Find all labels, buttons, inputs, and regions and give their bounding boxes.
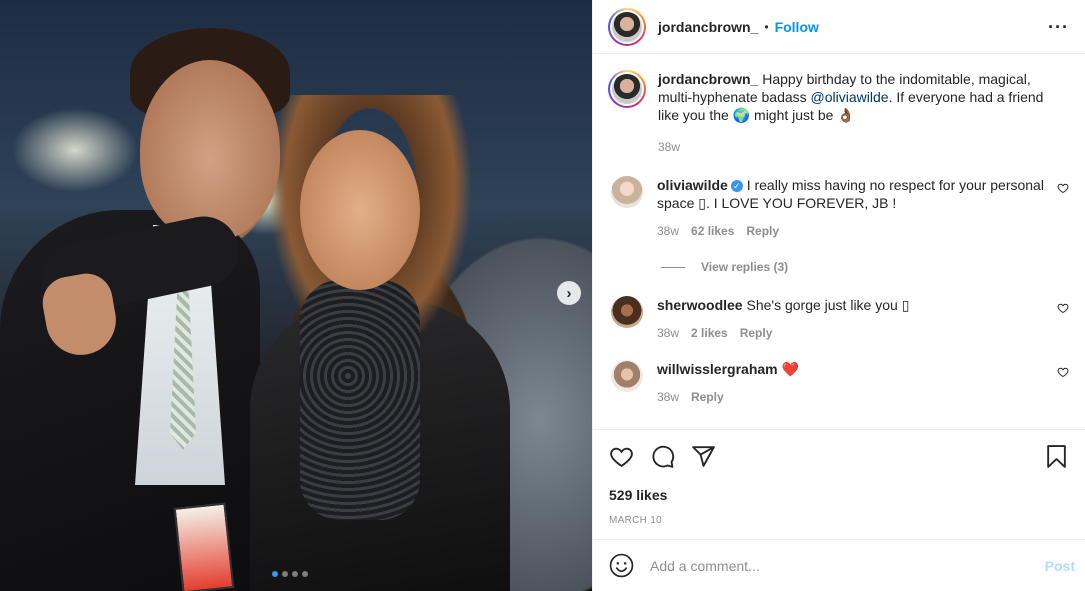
- like-comment-icon[interactable]: [1057, 366, 1069, 378]
- post-view: › jordancbrown_ • Follow ··· jordancbrow…: [0, 0, 1085, 591]
- separator: •: [764, 19, 769, 34]
- author-username[interactable]: jordancbrown_: [658, 19, 758, 35]
- action-bar: [609, 444, 1069, 469]
- like-icon[interactable]: [609, 444, 634, 469]
- commenter-avatar[interactable]: [611, 360, 643, 392]
- save-bookmark-icon[interactable]: [1044, 444, 1069, 469]
- comment-username[interactable]: sherwoodlee: [657, 297, 743, 313]
- reply-button[interactable]: Reply: [740, 324, 773, 342]
- follow-button[interactable]: Follow: [775, 19, 819, 35]
- post-actions: 529 likes MARCH 10: [593, 429, 1085, 539]
- photo-figure: [173, 502, 235, 591]
- verified-badge-icon: ✓: [730, 180, 743, 193]
- carousel-dot: [272, 571, 278, 577]
- comment-icon[interactable]: [650, 444, 675, 469]
- comment-timestamp[interactable]: 38w: [657, 388, 679, 406]
- post-comment-button[interactable]: Post: [1045, 558, 1075, 574]
- comments-list: jordancbrown_ Happy birthday to the indo…: [593, 54, 1085, 429]
- caption-timestamp[interactable]: 38w: [658, 138, 680, 156]
- like-comment-icon[interactable]: [1057, 302, 1069, 314]
- share-icon[interactable]: [691, 444, 716, 469]
- comment-text: ❤️: [781, 361, 799, 377]
- post-photo[interactable]: ›: [0, 0, 592, 591]
- carousel-indicator: [272, 571, 308, 577]
- view-replies-label: View replies (3): [701, 260, 789, 274]
- chevron-right-icon: ›: [566, 284, 572, 302]
- photo-figure: [300, 130, 420, 290]
- post-date[interactable]: MARCH 10: [609, 515, 1069, 526]
- comment-item: sherwoodlee She's gorge just like you ▯ …: [608, 296, 1069, 342]
- comment-likes[interactable]: 2 likes: [691, 324, 728, 342]
- caption: jordancbrown_ Happy birthday to the indo…: [608, 70, 1069, 156]
- commenter-avatar[interactable]: [611, 176, 643, 208]
- view-replies-button[interactable]: View replies (3): [661, 260, 1069, 274]
- carousel-dot: [282, 571, 288, 577]
- more-options-icon[interactable]: ···: [1048, 18, 1069, 36]
- comment-timestamp[interactable]: 38w: [657, 324, 679, 342]
- photo-figure: [300, 280, 420, 520]
- comment-username[interactable]: oliviawilde: [657, 177, 728, 193]
- emoji-icon[interactable]: [609, 553, 634, 578]
- comment-item: willwisslergraham ❤️ 38w Reply: [608, 360, 1069, 406]
- post-side-panel: jordancbrown_ • Follow ··· jordancbrown_…: [592, 0, 1085, 591]
- photo-figure: [140, 60, 280, 240]
- carousel-dot: [292, 571, 298, 577]
- carousel-dot: [302, 571, 308, 577]
- add-comment-bar: Post: [593, 539, 1085, 591]
- reply-button[interactable]: Reply: [691, 388, 724, 406]
- divider-line: [661, 266, 685, 268]
- comment-username[interactable]: willwisslergraham: [657, 361, 778, 377]
- like-comment-icon[interactable]: [1057, 182, 1069, 194]
- comment-text: She's gorge just like you ▯: [746, 297, 910, 313]
- mention-link[interactable]: @oliviawilde: [811, 89, 889, 105]
- reply-button[interactable]: Reply: [746, 222, 779, 240]
- carousel-next-button[interactable]: ›: [557, 281, 581, 305]
- likes-count[interactable]: 529 likes: [609, 487, 1069, 503]
- commenter-avatar[interactable]: [611, 296, 643, 328]
- comment-likes[interactable]: 62 likes: [691, 222, 734, 240]
- post-header: jordancbrown_ • Follow ···: [593, 0, 1085, 54]
- comment-timestamp[interactable]: 38w: [657, 222, 679, 240]
- author-avatar[interactable]: [608, 70, 646, 108]
- comment-item: oliviawilde ✓ I really miss having no res…: [608, 176, 1069, 240]
- caption-username[interactable]: jordancbrown_: [658, 71, 758, 87]
- comment-input[interactable]: [650, 557, 1045, 574]
- author-avatar[interactable]: [608, 7, 646, 46]
